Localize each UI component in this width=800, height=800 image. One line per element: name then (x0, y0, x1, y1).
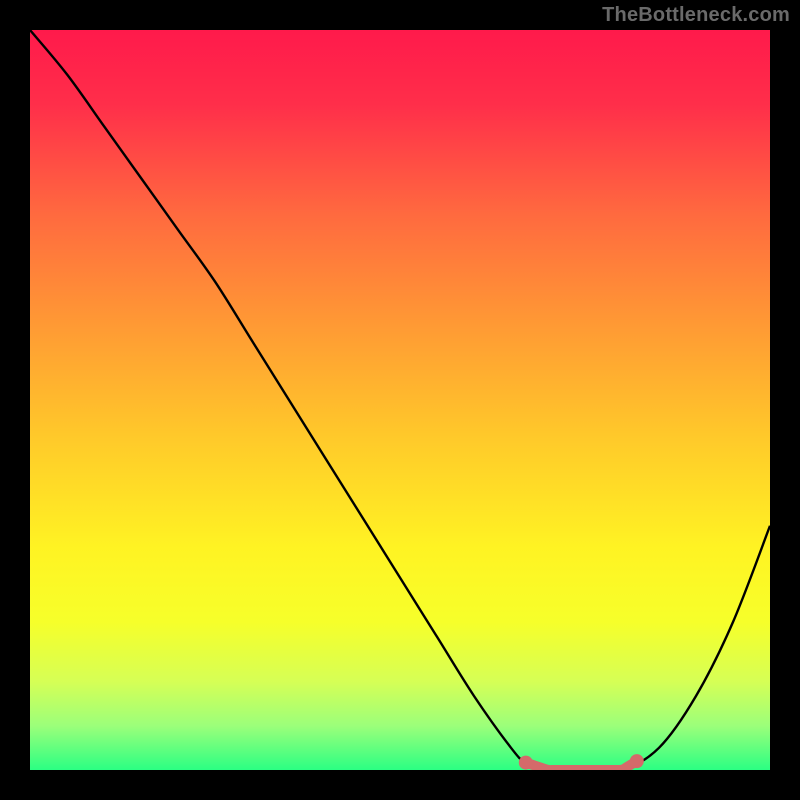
chart-frame: TheBottleneck.com (0, 0, 800, 800)
plot-area (30, 30, 770, 770)
sweet-spot-end-dot (630, 754, 644, 768)
watermark-text: TheBottleneck.com (602, 4, 790, 27)
curve-layer (30, 30, 770, 770)
sweet-spot-start-dot (519, 756, 533, 770)
bottleneck-curve (30, 30, 770, 770)
sweet-spot-highlight (526, 761, 637, 770)
